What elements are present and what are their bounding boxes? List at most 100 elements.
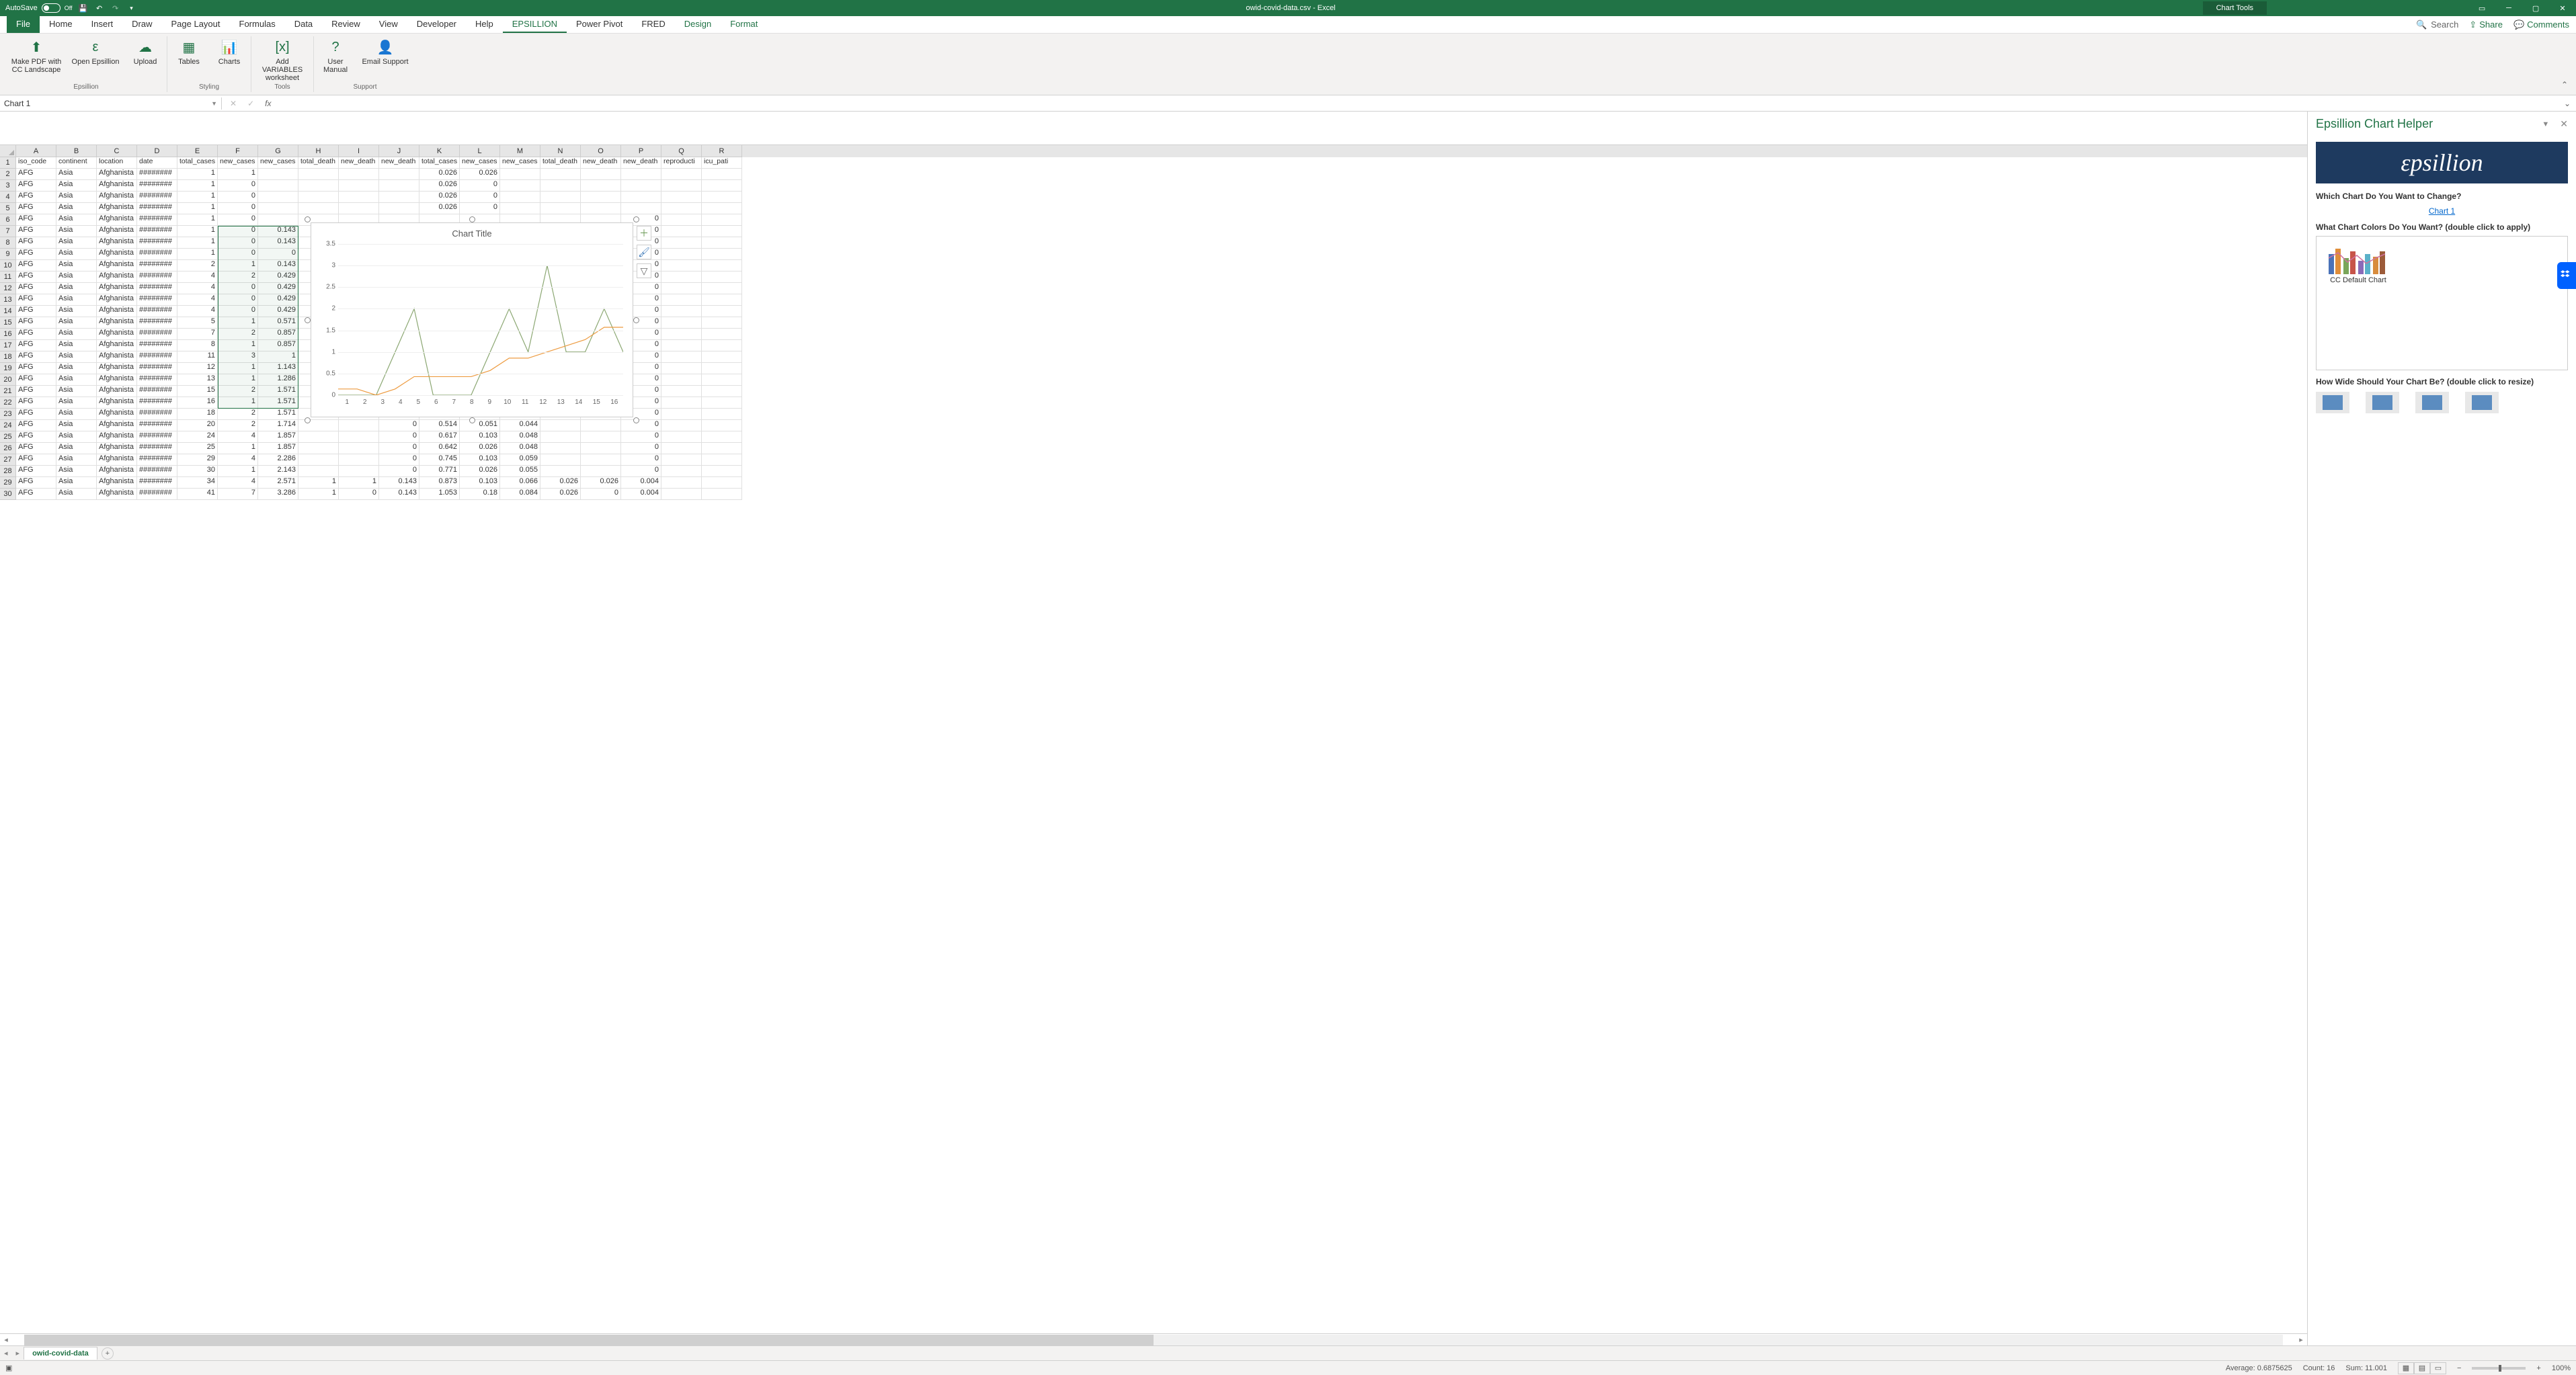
cell[interactable]: AFG: [16, 260, 56, 272]
cell[interactable]: ########: [137, 329, 177, 340]
cell[interactable]: [379, 203, 419, 214]
color-palette-panel[interactable]: CC Default Chart: [2316, 236, 2568, 370]
cell[interactable]: [298, 192, 339, 203]
cell[interactable]: 2: [218, 272, 258, 283]
cell[interactable]: 0: [621, 466, 661, 477]
cell[interactable]: 0.004: [621, 489, 661, 500]
cell[interactable]: 0.642: [419, 443, 460, 454]
cell[interactable]: Asia: [56, 283, 97, 294]
cell[interactable]: 0: [218, 226, 258, 237]
add-sheet-button[interactable]: +: [102, 1347, 114, 1360]
cell[interactable]: AFG: [16, 214, 56, 226]
cell[interactable]: [661, 374, 702, 386]
cell[interactable]: [661, 386, 702, 397]
default-chart-thumb[interactable]: CC Default Chart: [2325, 245, 2392, 285]
menu-epsillion[interactable]: EPSILLION: [503, 16, 567, 33]
task-pane-menu-icon[interactable]: ▼: [2542, 120, 2549, 128]
cell[interactable]: Afghanista: [97, 203, 137, 214]
cell[interactable]: [540, 203, 581, 214]
cell[interactable]: ########: [137, 489, 177, 500]
cell[interactable]: Asia: [56, 351, 97, 363]
cell[interactable]: 3.286: [258, 489, 298, 500]
column-header[interactable]: F: [218, 145, 258, 157]
cell[interactable]: 1.053: [419, 489, 460, 500]
cell[interactable]: 0.084: [500, 489, 540, 500]
cell[interactable]: 4: [218, 454, 258, 466]
cell[interactable]: 0: [379, 466, 419, 477]
cell[interactable]: Asia: [56, 249, 97, 260]
cell[interactable]: [702, 180, 742, 192]
cell[interactable]: 1: [177, 192, 218, 203]
cell[interactable]: 0.617: [419, 431, 460, 443]
cell[interactable]: iso_code: [16, 157, 56, 169]
cell[interactable]: AFG: [16, 237, 56, 249]
cell[interactable]: 0: [621, 454, 661, 466]
cell[interactable]: date: [137, 157, 177, 169]
cell[interactable]: [339, 443, 379, 454]
cell[interactable]: 1.571: [258, 397, 298, 409]
cell[interactable]: AFG: [16, 294, 56, 306]
row-header[interactable]: 10: [0, 260, 16, 272]
cell[interactable]: Afghanista: [97, 249, 137, 260]
column-header[interactable]: G: [258, 145, 298, 157]
column-header[interactable]: Q: [661, 145, 702, 157]
cell[interactable]: 4: [218, 477, 258, 489]
cell[interactable]: [702, 409, 742, 420]
row-header[interactable]: 29: [0, 477, 16, 489]
cell[interactable]: [661, 317, 702, 329]
cell[interactable]: 1: [177, 249, 218, 260]
cell[interactable]: 0.514: [419, 420, 460, 431]
cell[interactable]: [298, 180, 339, 192]
menu-help[interactable]: Help: [466, 16, 503, 33]
row-header[interactable]: 4: [0, 192, 16, 203]
cell[interactable]: [702, 477, 742, 489]
cell[interactable]: [379, 169, 419, 180]
cell[interactable]: [661, 203, 702, 214]
accept-formula-icon[interactable]: ✓: [247, 99, 254, 108]
cell[interactable]: 13: [177, 374, 218, 386]
cell[interactable]: [702, 249, 742, 260]
cell[interactable]: [339, 466, 379, 477]
cell[interactable]: ########: [137, 260, 177, 272]
cell[interactable]: Asia: [56, 329, 97, 340]
cell[interactable]: Asia: [56, 306, 97, 317]
cell[interactable]: [258, 180, 298, 192]
width-option-1[interactable]: [2316, 392, 2349, 413]
cell[interactable]: ########: [137, 306, 177, 317]
cell[interactable]: [702, 329, 742, 340]
cell[interactable]: 18: [177, 409, 218, 420]
cell[interactable]: AFG: [16, 397, 56, 409]
cell[interactable]: ########: [137, 420, 177, 431]
cell[interactable]: [621, 192, 661, 203]
row-header[interactable]: 6: [0, 214, 16, 226]
cell[interactable]: total_cases: [177, 157, 218, 169]
cell[interactable]: Afghanista: [97, 214, 137, 226]
cell[interactable]: 0.429: [258, 272, 298, 283]
cell[interactable]: [702, 397, 742, 409]
cell[interactable]: 0: [460, 192, 500, 203]
cell[interactable]: [258, 192, 298, 203]
cell[interactable]: [661, 329, 702, 340]
cell[interactable]: Asia: [56, 420, 97, 431]
cell[interactable]: 1: [218, 340, 258, 351]
cell[interactable]: 0.571: [258, 317, 298, 329]
cell[interactable]: 0.055: [500, 466, 540, 477]
cell[interactable]: total_death: [298, 157, 339, 169]
cell[interactable]: 3: [218, 351, 258, 363]
cell[interactable]: 0.873: [419, 477, 460, 489]
cell[interactable]: Afghanista: [97, 489, 137, 500]
cell[interactable]: [661, 351, 702, 363]
cell[interactable]: Asia: [56, 454, 97, 466]
cell[interactable]: 0.745: [419, 454, 460, 466]
cell[interactable]: Afghanista: [97, 409, 137, 420]
cell[interactable]: 0.026: [460, 466, 500, 477]
row-header[interactable]: 1: [0, 157, 16, 169]
cell[interactable]: ########: [137, 477, 177, 489]
cell[interactable]: 0.044: [500, 420, 540, 431]
cell[interactable]: 4: [218, 431, 258, 443]
cell[interactable]: 0.857: [258, 340, 298, 351]
cell[interactable]: 1: [177, 226, 218, 237]
cell[interactable]: AFG: [16, 420, 56, 431]
cell[interactable]: [621, 203, 661, 214]
cell[interactable]: [702, 431, 742, 443]
